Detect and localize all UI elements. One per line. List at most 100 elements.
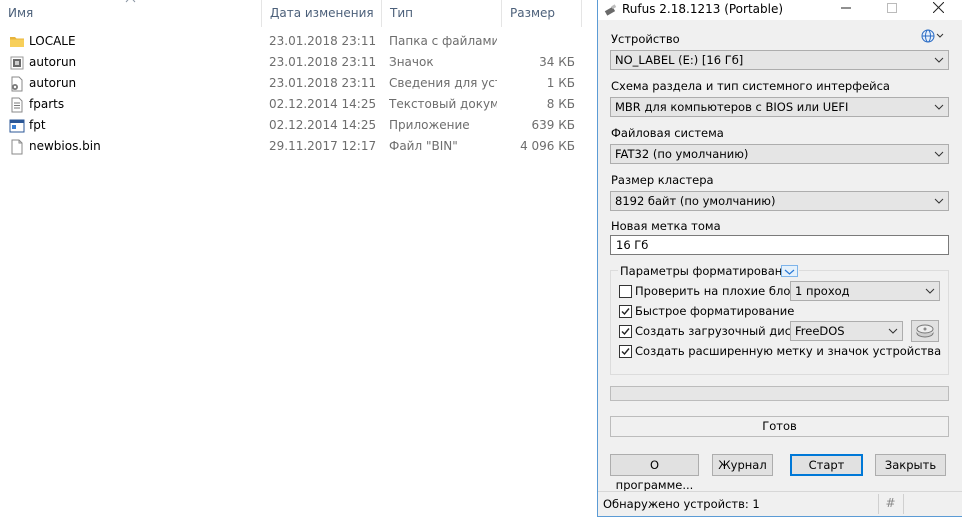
select-image-button[interactable] — [911, 320, 939, 342]
file-name: fparts — [29, 97, 65, 111]
file-row[interactable]: autorun 23.01.2018 23:11 Сведения для ус… — [0, 73, 590, 94]
checkmark-icon — [621, 328, 630, 336]
volume-label-input[interactable]: 16 Гб — [610, 235, 949, 255]
language-button[interactable] — [920, 28, 946, 44]
file-type: Приложение — [389, 118, 470, 132]
file-size — [500, 31, 575, 52]
quick-format-checkbox[interactable] — [619, 305, 632, 318]
file-date: 02.12.2014 14:25 — [269, 118, 377, 132]
device-value: NO_LABEL (E:) [16 Гб] — [615, 53, 744, 67]
log-button[interactable]: Журнал — [712, 454, 773, 476]
device-label: Устройство — [611, 32, 680, 46]
checkmark-icon — [621, 348, 630, 356]
file-size: 639 КБ — [531, 118, 575, 132]
boot-type-select[interactable]: FreeDOS — [790, 321, 903, 341]
file-type: Файл "BIN" — [389, 139, 458, 153]
disk-icon — [916, 324, 934, 338]
file-size: 1 КБ — [546, 76, 575, 90]
window-title: Rufus 2.18.1213 (Portable) — [622, 2, 784, 16]
boot-type-value: FreeDOS — [795, 324, 845, 338]
passes-value: 1 проход — [795, 284, 850, 298]
partition-label: Схема раздела и тип системного интерфейс… — [611, 79, 890, 93]
settings-file-icon — [11, 76, 23, 92]
chevron-down-icon — [925, 288, 935, 294]
extended-label-checkbox[interactable] — [619, 345, 632, 358]
partition-value: MBR для компьютеров с BIOS или UEFI — [615, 100, 849, 114]
chevron-down-icon — [934, 57, 944, 63]
file-row[interactable]: LOCALE 23.01.2018 23:11 Папка с файлами — [0, 31, 590, 52]
file-date: 23.01.2018 23:11 — [269, 34, 377, 48]
cluster-label: Размер кластера — [611, 173, 714, 187]
rufus-window: Rufus 2.18.1213 (Portable) Устройство NO… — [597, 0, 962, 517]
file-type: Сведения для уст... — [389, 76, 497, 90]
status-separator — [903, 494, 904, 514]
file-size: 34 КБ — [539, 55, 575, 69]
close-icon — [932, 1, 944, 14]
chevron-down-icon — [934, 198, 944, 204]
status-bar: Обнаружено устройств: 1 # — [598, 491, 962, 516]
progress-bar — [610, 386, 949, 401]
file-size: 4 096 КБ — [520, 139, 575, 153]
bootable-checkbox[interactable] — [619, 325, 632, 338]
device-select[interactable]: NO_LABEL (E:) [16 Гб] — [610, 50, 949, 70]
file-name: autorun — [29, 76, 77, 90]
maximize-icon — [887, 3, 897, 13]
about-button[interactable]: О программе... — [610, 454, 699, 492]
passes-select[interactable]: 1 проход — [790, 281, 940, 301]
format-options-title: Параметры форматирования — [618, 264, 799, 278]
close-window-button[interactable] — [915, 0, 961, 20]
partition-select[interactable]: MBR для компьютеров с BIOS или UEFI — [610, 97, 949, 117]
file-row[interactable]: autorun 23.01.2018 23:11 Значок 34 КБ — [0, 52, 590, 73]
column-header-type[interactable]: Тип — [382, 0, 502, 27]
check-bad-blocks-label: Проверить на плохие блоки — [635, 284, 805, 298]
file-row[interactable]: newbios.bin 29.11.2017 12:17 Файл "BIN" … — [0, 136, 590, 157]
status-separator — [878, 494, 879, 514]
column-header-name[interactable]: Имя — [0, 0, 262, 27]
file-row[interactable]: fpt 02.12.2014 14:25 Приложение 639 КБ — [0, 115, 590, 136]
file-name: LOCALE — [29, 34, 76, 48]
status-text: Готов — [610, 416, 949, 437]
file-type: Текстовый докум... — [389, 97, 497, 111]
text-file-icon — [11, 97, 23, 113]
check-bad-blocks-checkbox[interactable] — [619, 285, 632, 298]
file-date: 02.12.2014 14:25 — [269, 97, 377, 111]
close-button[interactable]: Закрыть — [875, 454, 946, 476]
title-bar[interactable]: Rufus 2.18.1213 (Portable) — [598, 0, 962, 20]
file-name: autorun — [29, 55, 77, 69]
chevron-down-icon — [934, 151, 944, 157]
minimize-button[interactable] — [823, 0, 869, 20]
file-row[interactable]: fparts 02.12.2014 14:25 Текстовый докум.… — [0, 94, 590, 115]
file-date: 23.01.2018 23:11 — [269, 55, 377, 69]
hash-button[interactable]: # — [883, 496, 898, 510]
globe-icon — [921, 29, 944, 43]
filesystem-label: Файловая система — [611, 126, 724, 140]
file-type: Значок — [389, 55, 434, 69]
minimize-icon — [841, 7, 851, 9]
cluster-select[interactable]: 8192 байт (по умолчанию) — [610, 191, 949, 211]
generic-file-icon — [11, 139, 23, 155]
filesystem-select[interactable]: FAT32 (по умолчанию) — [610, 144, 949, 164]
folder-icon — [10, 37, 24, 47]
devices-found-text: Обнаружено устройств: 1 — [603, 497, 760, 511]
filesystem-value: FAT32 (по умолчанию) — [615, 147, 749, 161]
application-icon — [9, 119, 25, 133]
column-header-size[interactable]: Размер — [502, 0, 582, 27]
bootable-label: Создать загрузочный диск — [635, 324, 798, 338]
checkmark-icon — [621, 308, 630, 316]
chevron-down-icon — [784, 269, 795, 275]
file-date: 29.11.2017 12:17 — [269, 139, 377, 153]
cluster-value: 8192 байт (по умолчанию) — [615, 194, 776, 208]
maximize-button[interactable] — [869, 0, 915, 20]
extended-label-label: Создать расширенную метку и значок устро… — [635, 344, 942, 358]
file-type: Папка с файлами — [389, 34, 497, 48]
start-button[interactable]: Старт — [790, 454, 863, 476]
quick-format-label: Быстрое форматирование — [635, 304, 795, 318]
format-options-toggle[interactable] — [781, 265, 798, 277]
column-header-date[interactable]: Дата изменения — [262, 0, 382, 27]
file-date: 23.01.2018 23:11 — [269, 76, 377, 90]
volume-label: Новая метка тома — [611, 219, 721, 233]
file-name: fpt — [29, 118, 46, 132]
file-name: newbios.bin — [29, 139, 101, 153]
chevron-down-icon — [934, 104, 944, 110]
file-explorer: Имя Дата изменения Тип Размер LOCALE 23.… — [0, 0, 597, 517]
